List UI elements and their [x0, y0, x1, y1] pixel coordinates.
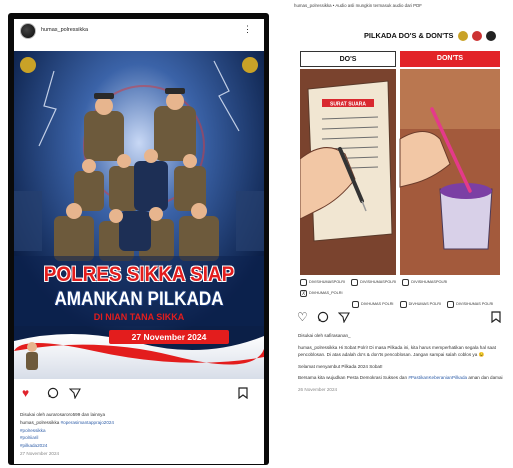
- social-handle-5: DIVHUMAS POLRI: [352, 299, 394, 310]
- post-date: 26 November 2024: [298, 386, 338, 392]
- social-handle-1: DIVISIHUMASPOLRI: [300, 277, 345, 288]
- bookmark-icon[interactable]: [491, 311, 501, 325]
- post-date: 27 November 2024: [20, 450, 60, 456]
- donts-header: DON'TS: [400, 51, 500, 67]
- send-icon[interactable]: [68, 387, 81, 401]
- more-vertical-icon[interactable]: ⋮: [243, 25, 252, 34]
- poster-subtitle: DI NIAN TANA SIKKA: [93, 312, 185, 322]
- globe-icon: [447, 300, 455, 308]
- post-caption: Disukai oleh aurarosaroro599 dan lainnya…: [20, 411, 258, 458]
- social-handle-6: DIVHUMAS POLRI: [399, 299, 441, 310]
- post-header: humas_polressikka ⋮: [14, 19, 264, 47]
- caption-text-3a: Bersama kita wujudkan Pesta Demokrasi Su…: [298, 375, 409, 381]
- caption-hashtag[interactable]: #operasimantapprajo2024: [61, 420, 114, 425]
- facebook-icon: [402, 278, 410, 286]
- avatar[interactable]: [20, 23, 36, 39]
- post-caption: Disukai oleh safirasanan_ humas_polressi…: [298, 332, 504, 398]
- caption-paragraph-2: Selamat menyambut Pilkada 2024 Sobat!: [298, 363, 383, 369]
- hashtag-2[interactable]: #polriiaril: [20, 434, 258, 442]
- heart-outline-icon[interactable]: ♡: [297, 311, 308, 323]
- heart-filled-icon[interactable]: ♥: [22, 387, 29, 399]
- poster-date-badge: 27 November 2024: [109, 330, 229, 344]
- tiktok-icon: [351, 278, 359, 286]
- post-image-poster[interactable]: POLRES SIKKA SIAP AMANKAN PILKADA DI NIA…: [14, 51, 264, 379]
- left-post: humas_polressikka ⋮ POLRES SIKKA SIAP AM…: [14, 19, 264, 464]
- send-icon[interactable]: [337, 311, 350, 325]
- youtube-icon: [399, 300, 407, 308]
- instagram-icon: [352, 300, 359, 308]
- social-handle-3: DIVISIHUMASPOLRI: [402, 277, 447, 288]
- caption-paragraph-1: humas_polressikka Hi Sobat Polri! Di mas…: [298, 344, 504, 359]
- police-logos-icon: [458, 31, 496, 41]
- caption-paragraph-3: Bersama kita wujudkan Pesta Demokrasi Su…: [298, 374, 504, 382]
- caption-username[interactable]: humas_polressikka: [20, 420, 59, 425]
- liked-by-text[interactable]: Disukai oleh safirasanan_: [298, 332, 504, 340]
- hashtag-1[interactable]: #polressikka: [20, 427, 258, 435]
- post-actions: ♡: [294, 311, 513, 327]
- poster-title-line2: AMANKAN PILKADA: [54, 289, 224, 310]
- ballot-label: SURAT SUARA: [330, 102, 366, 108]
- social-handle-2: DIVISIHUMASPOLRI: [351, 277, 396, 288]
- hashtag-3[interactable]: #pilkada2024: [20, 442, 258, 450]
- poster-title-line1: POLRES SIKKA SIAP: [43, 263, 235, 286]
- logos: [457, 29, 497, 45]
- comment-icon[interactable]: [47, 387, 59, 401]
- post-username[interactable]: humas_polressikka: [41, 27, 88, 33]
- x-icon: X: [300, 289, 307, 297]
- social-handle-4: X DIVHUMAS_POLRI: [300, 289, 343, 297]
- caption-hashtag[interactable]: #PastikanKeberanianPilkada: [408, 375, 467, 380]
- dos-header: DO'S: [300, 51, 396, 67]
- dos-donts-illustration[interactable]: SURAT SUARA: [300, 69, 500, 275]
- right-post: humas_polressikka • Audio asli mungkin t…: [294, 0, 513, 468]
- social-handles: DIVISIHUMASPOLRI DIVISIHUMASPOLRI DIVISI…: [300, 277, 500, 310]
- audio-line[interactable]: humas_polressikka • Audio asli mungkin t…: [294, 3, 513, 8]
- social-handle-7: DIVISIHUMAS POLRI: [447, 299, 493, 310]
- caption-username[interactable]: humas_polressikka: [298, 345, 337, 350]
- graphic-title: PILKADA DO'S & DON'TS: [364, 31, 454, 40]
- liked-by-text[interactable]: Disukai oleh aurarosaroro599 dan lainnya: [20, 411, 258, 419]
- caption-text-3b: aman dan damai: [467, 375, 503, 381]
- comment-icon[interactable]: [317, 311, 329, 325]
- graphic-title-row: PILKADA DO'S & DON'TS: [294, 29, 513, 47]
- caption-line: humas_polressikka #operasimantapprajo202…: [20, 419, 258, 427]
- post-actions: ♥: [14, 385, 264, 403]
- bookmark-icon[interactable]: [238, 387, 248, 401]
- instagram-icon: [300, 278, 307, 286]
